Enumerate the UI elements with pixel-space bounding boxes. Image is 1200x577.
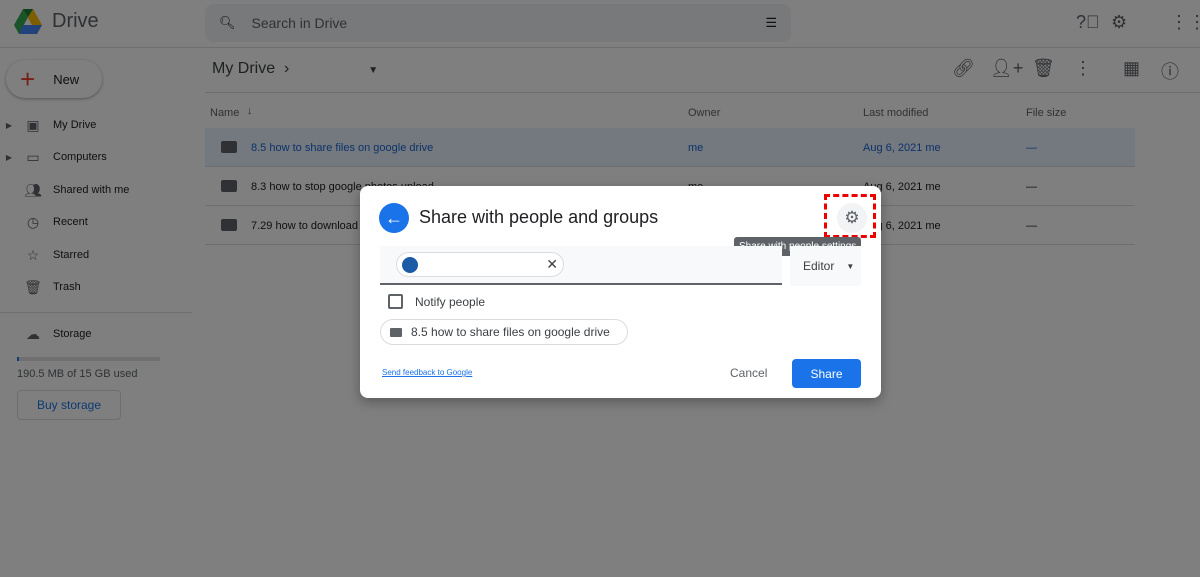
dropdown-arrow-icon: ▼ bbox=[846, 261, 855, 271]
share-dialog: ← Share with people and groups ⚙ Share w… bbox=[360, 186, 881, 398]
role-value: Editor bbox=[803, 259, 835, 273]
file-chip-label: 8.5 how to share files on google drive bbox=[411, 325, 610, 339]
feedback-link[interactable]: Send feedback to Google bbox=[382, 368, 472, 377]
cancel-button[interactable]: Cancel bbox=[730, 366, 767, 380]
person-chip: ✕ bbox=[396, 252, 564, 277]
role-dropdown[interactable]: Editor ▼ bbox=[790, 246, 861, 286]
dialog-title: Share with people and groups bbox=[419, 207, 659, 227]
people-input[interactable]: ✕ bbox=[380, 246, 782, 285]
back-arrow-icon[interactable]: ← bbox=[379, 203, 409, 233]
notify-checkbox[interactable] bbox=[388, 294, 403, 309]
file-chip: 8.5 how to share files on google drive bbox=[380, 319, 628, 345]
highlight-box bbox=[824, 194, 876, 238]
notify-label: Notify people bbox=[415, 295, 486, 309]
share-button[interactable]: Share bbox=[792, 359, 861, 388]
remove-icon[interactable]: ✕ bbox=[546, 256, 558, 273]
folder-icon bbox=[390, 327, 402, 337]
avatar bbox=[402, 257, 418, 273]
